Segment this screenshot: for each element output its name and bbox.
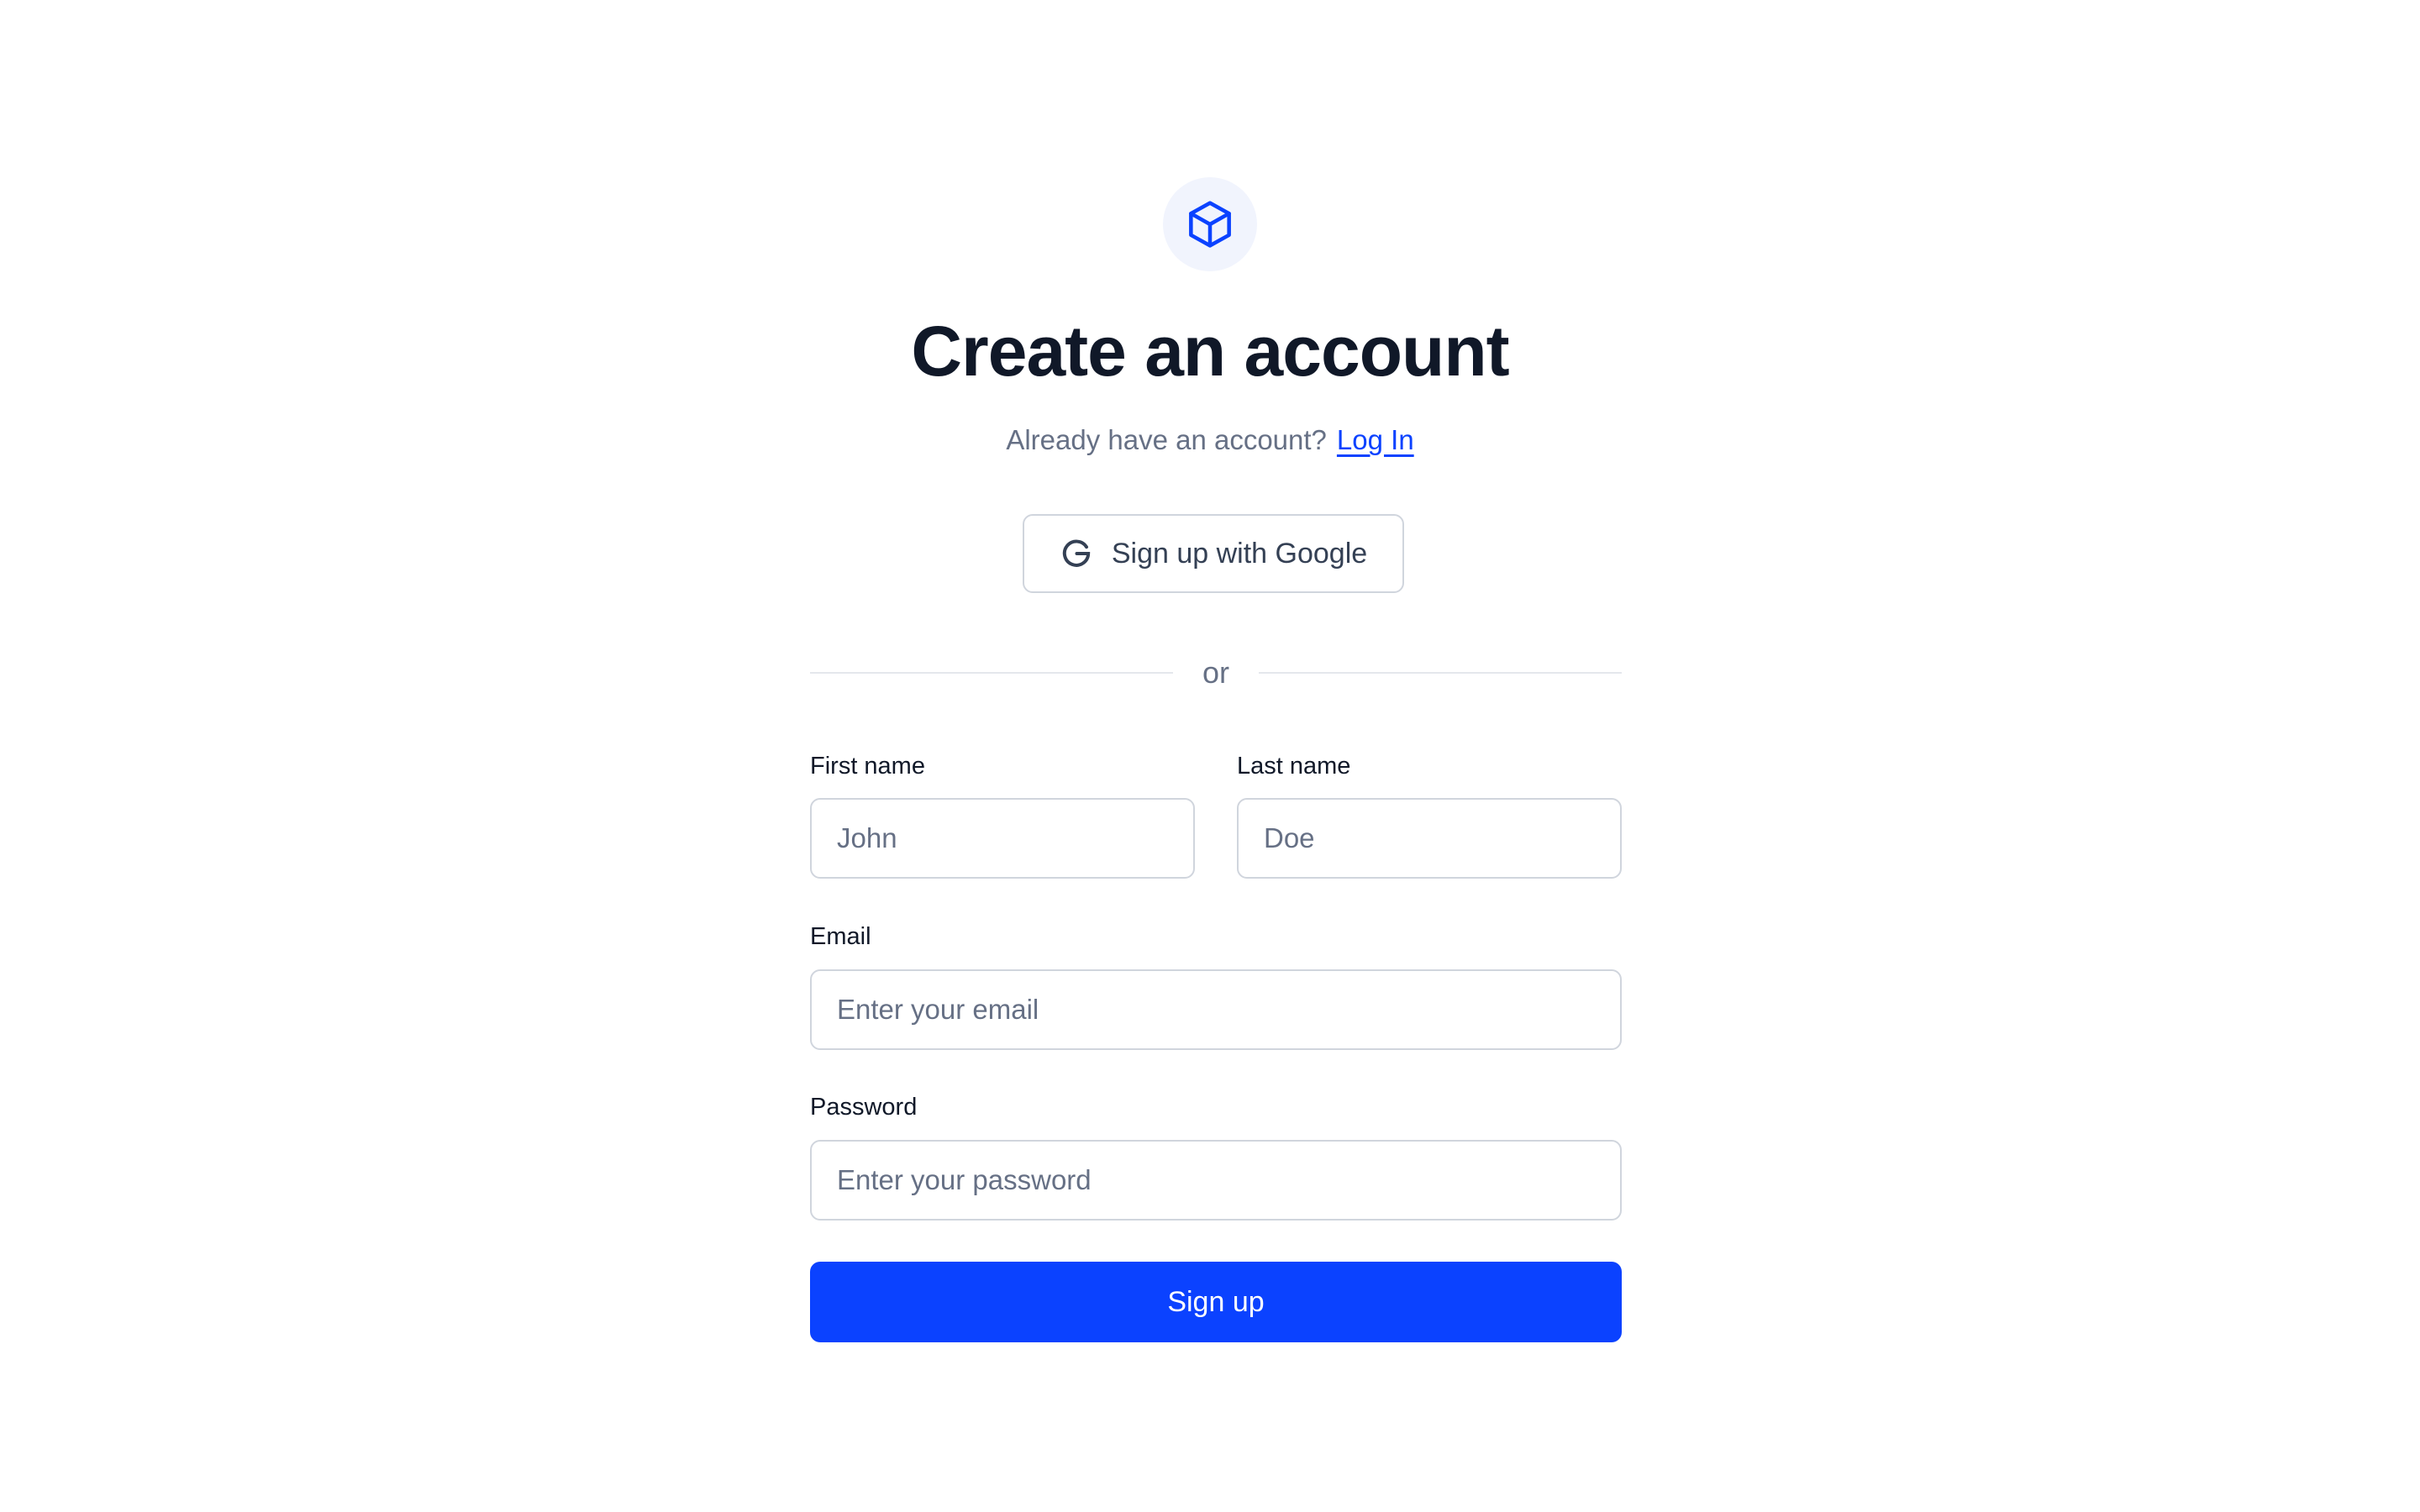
divider-line-right	[1259, 672, 1622, 674]
password-label: Password	[810, 1094, 918, 1121]
login-prompt-text: Already have an account?	[1006, 424, 1327, 455]
signup-button[interactable]: Sign up	[810, 1262, 1622, 1342]
google-signup-label: Sign up with Google	[1111, 537, 1368, 570]
google-g-icon	[1060, 537, 1093, 570]
cube-icon	[1189, 201, 1231, 248]
or-divider: or	[810, 652, 1622, 694]
login-link[interactable]: Log In	[1337, 424, 1414, 455]
google-signup-button[interactable]: Sign up with Google	[1023, 514, 1404, 593]
email-label: Email	[810, 923, 871, 950]
page-title: Create an account	[911, 312, 1509, 391]
login-prompt: Already have an account? Log In	[0, 422, 2420, 459]
divider-text: or	[1202, 655, 1229, 690]
last-name-input[interactable]	[1237, 798, 1622, 879]
signup-page: Create an account Already have an accoun…	[0, 0, 2420, 1512]
logo-badge	[1163, 177, 1257, 271]
first-name-label: First name	[810, 753, 925, 780]
password-input[interactable]	[810, 1140, 1622, 1221]
last-name-label: Last name	[1237, 753, 1351, 780]
email-input[interactable]	[810, 969, 1622, 1050]
divider-line-left	[810, 672, 1173, 674]
first-name-input[interactable]	[810, 798, 1195, 879]
